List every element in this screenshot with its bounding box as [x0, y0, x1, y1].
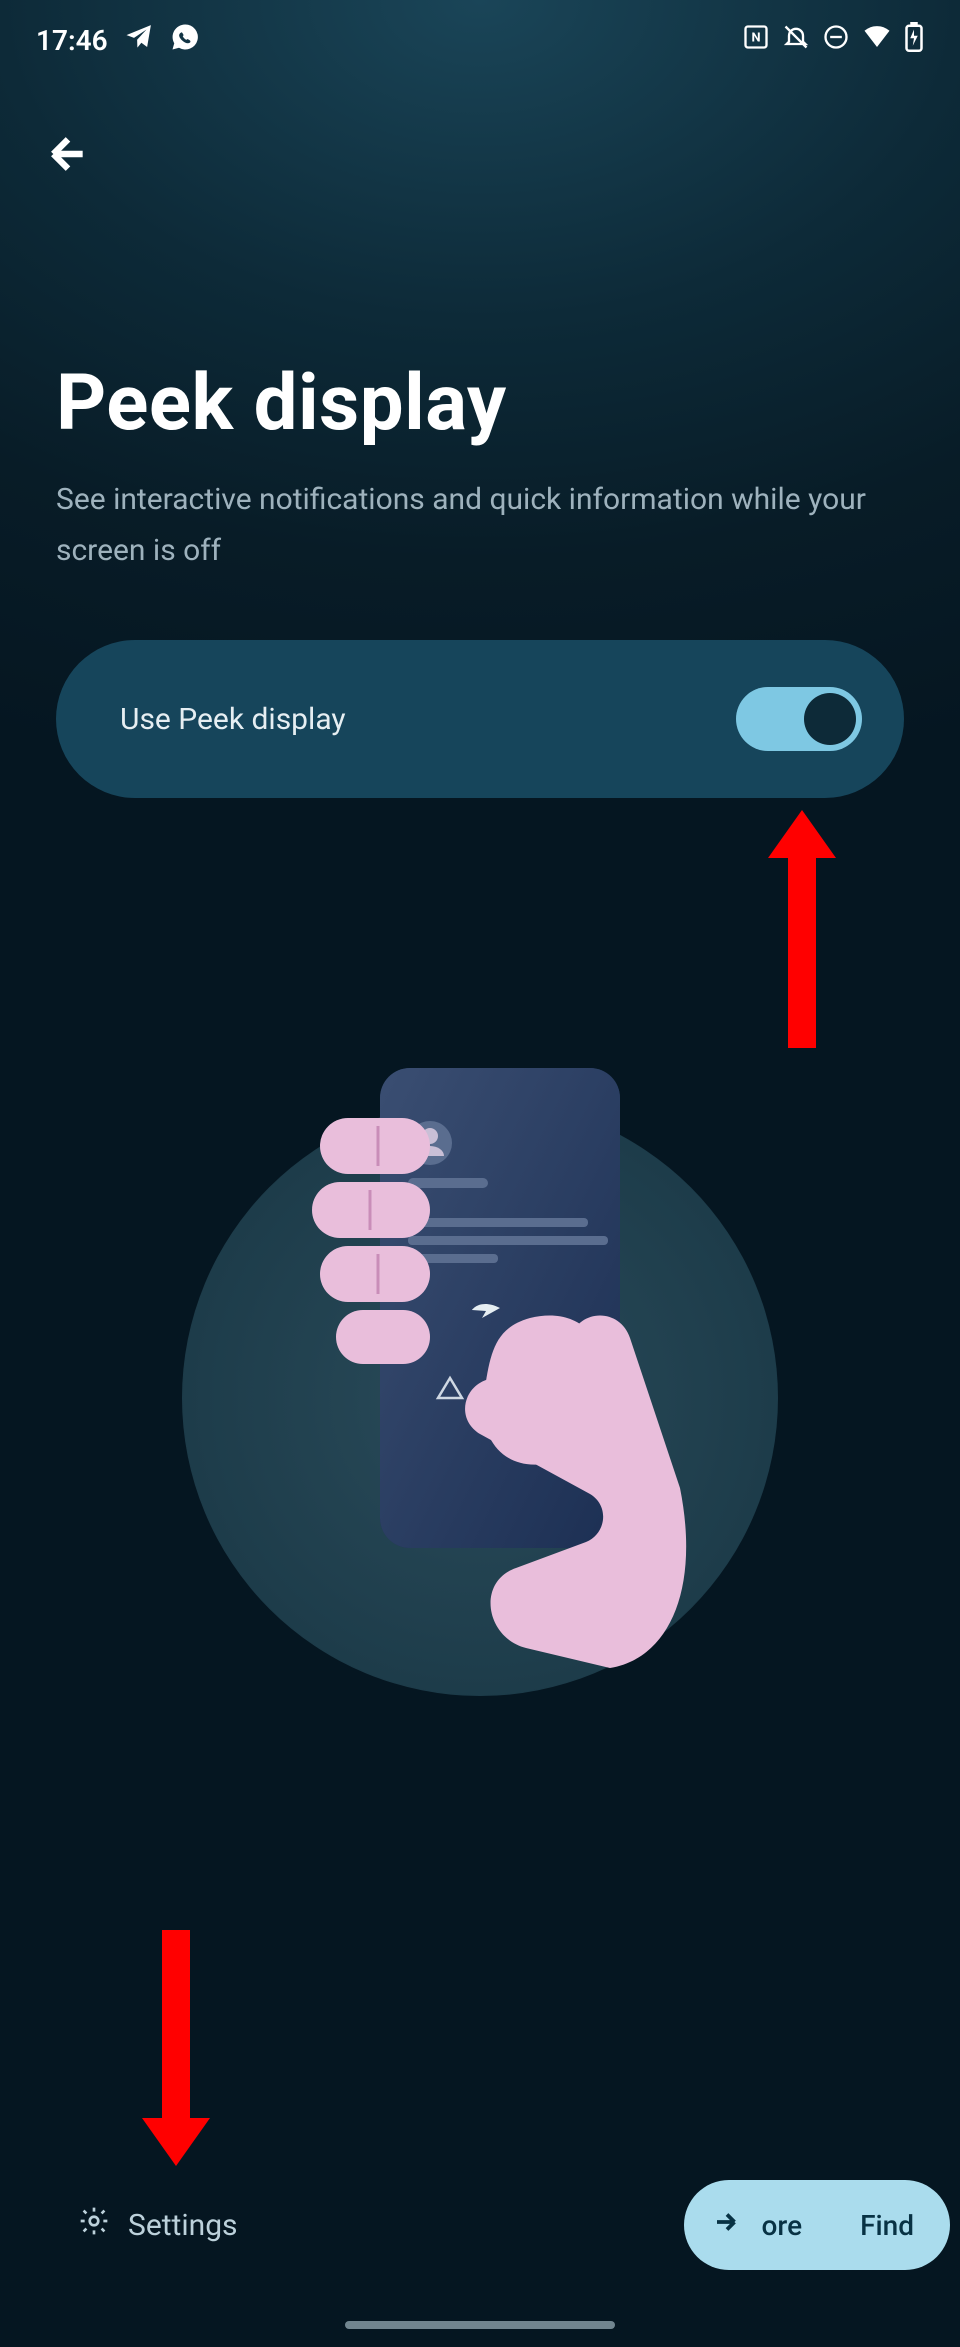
find-more-pill[interactable]: ore Find [684, 2180, 950, 2270]
wifi-icon [862, 22, 892, 59]
peek-display-toggle[interactable] [736, 687, 862, 751]
gear-icon [78, 2205, 110, 2245]
bottom-row: Settings ore Find [0, 2180, 960, 2270]
gesture-nav-bar[interactable] [345, 2321, 615, 2329]
settings-label: Settings [128, 2208, 238, 2243]
svg-text:N: N [751, 30, 760, 45]
settings-button[interactable]: Settings [78, 2205, 238, 2245]
use-peek-display-row[interactable]: Use Peek display [56, 640, 904, 798]
pill-text-find: Find [860, 2209, 914, 2242]
status-left: 17:46 [36, 22, 200, 59]
page-subtitle: See interactive notifications and quick … [56, 474, 904, 576]
back-arrow-icon [46, 132, 90, 176]
toggle-label: Use Peek display [120, 702, 346, 737]
nfc-icon: N [742, 23, 770, 58]
minus-circle-icon [822, 23, 850, 58]
pill-text-ore: ore [762, 2209, 803, 2242]
whatsapp-icon [170, 22, 200, 59]
bell-off-icon [782, 23, 810, 58]
back-button[interactable] [36, 122, 100, 186]
battery-charging-icon [904, 22, 924, 59]
status-time: 17:46 [36, 24, 108, 57]
status-bar: 17:46 N [0, 0, 960, 80]
arrow-right-icon [712, 2207, 742, 2244]
peek-display-illustration [182, 1100, 778, 1696]
status-right: N [742, 22, 924, 59]
page-title: Peek display [56, 358, 507, 449]
telegram-icon [124, 22, 154, 59]
